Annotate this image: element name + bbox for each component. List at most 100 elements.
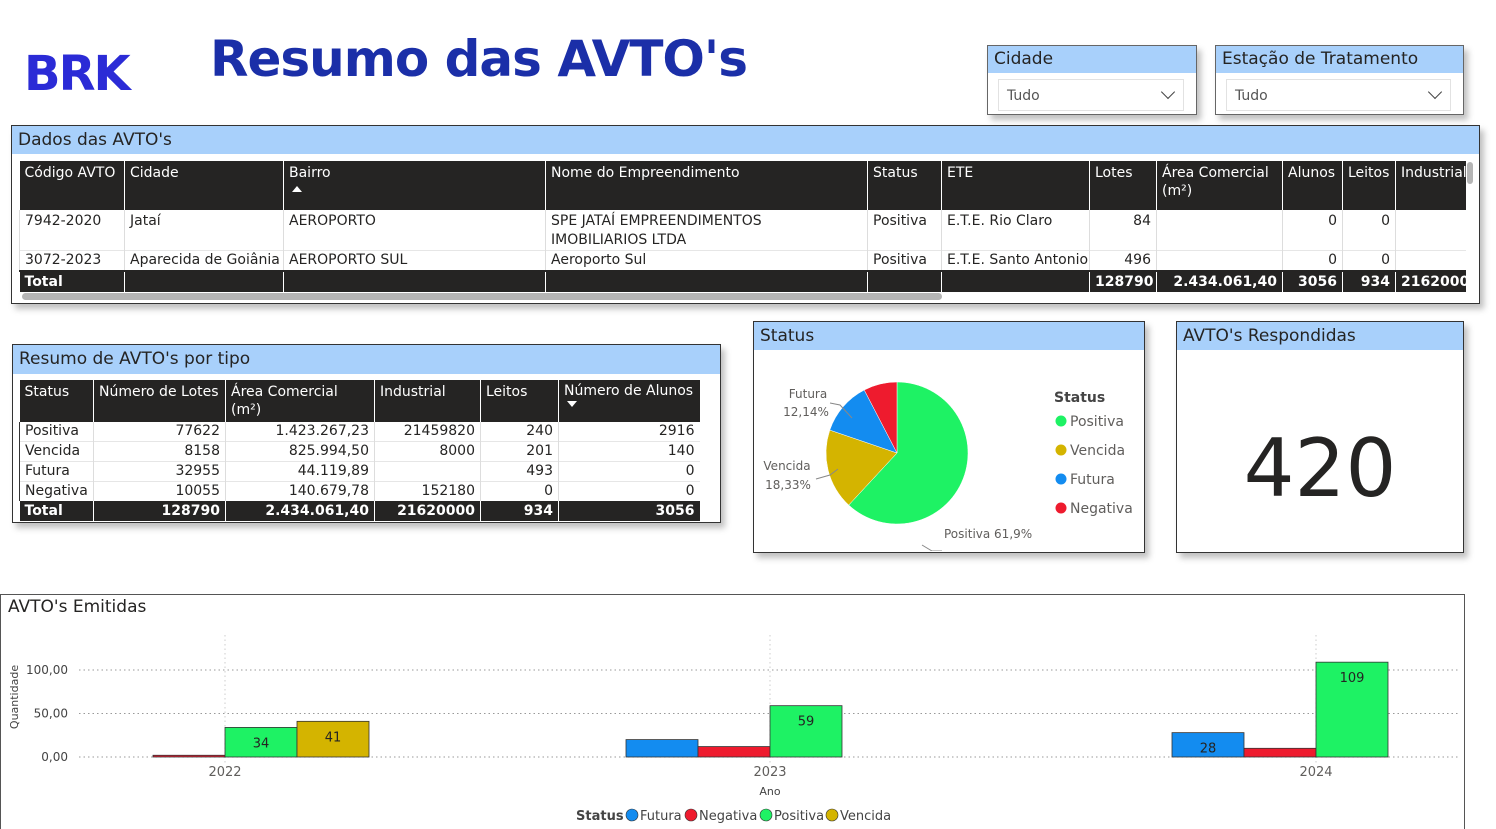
cell: 8158 — [93, 441, 226, 462]
cell: 77622 — [93, 422, 226, 442]
x-tick-label: 2023 — [753, 765, 786, 780]
emitidas-card: AVTO's Emitidas 0,00 50,00 100,00 Quantida… — [0, 594, 1465, 829]
cell: 84 — [1089, 210, 1157, 251]
bar-data-label: 28 — [1200, 742, 1217, 757]
table-row[interactable]: Positiva 77622 1.423.267,23 21459820 240… — [19, 422, 700, 442]
cell — [1395, 250, 1466, 271]
chevron-down-icon — [1160, 84, 1176, 100]
cell: Futura — [19, 461, 94, 482]
pie-legend-label: Vencida — [1070, 443, 1125, 459]
y-tick-label: 0,00 — [41, 750, 68, 764]
x-axis-ticks: 2022 2023 2024 — [208, 765, 1332, 780]
bar-legend-label: Vencida — [840, 809, 891, 824]
pie-legend-futura[interactable]: Futura — [1055, 472, 1115, 488]
bar-data-label: 34 — [253, 736, 270, 751]
col-industrial[interactable]: Industrial — [374, 380, 481, 422]
col-ete[interactable]: ETE — [941, 161, 1090, 210]
cell: AEROPORTO — [283, 210, 546, 251]
cell: Total — [19, 271, 125, 292]
col-area[interactable]: Área Comercial (m²) — [225, 380, 375, 422]
cell: 128790 — [1089, 271, 1157, 292]
bar-legend-label: Negativa — [699, 809, 757, 824]
cell: 0 — [558, 461, 700, 482]
bar-legend-title: Status — [576, 809, 624, 824]
bar-negativa-2024 — [1243, 747, 1317, 758]
kpi-value: 420 — [1243, 422, 1397, 515]
col-cidade[interactable]: Cidade — [124, 161, 284, 210]
cell: Jataí — [124, 210, 284, 251]
bar-futura-2023 — [625, 739, 699, 758]
cell: 3056 — [558, 501, 700, 521]
col-bairro[interactable]: Bairro — [283, 161, 546, 210]
cell-nome: SPE JATAÍ EMPREENDIMENTOS IMOBILIARIOS L… — [545, 210, 868, 251]
horizontal-scrollbar[interactable] — [22, 293, 942, 300]
status-card: Status Futura 12,14% Vencida 18,33% Posi… — [753, 321, 1145, 553]
vertical-scrollbar[interactable] — [1467, 162, 1473, 184]
cell: 1.423.267,23 — [225, 422, 375, 442]
table-row[interactable]: Negativa 10055 140.679,78 152180 0 0 — [19, 481, 700, 501]
pie-legend-label: Futura — [1070, 472, 1115, 488]
cell — [545, 271, 868, 292]
col-status[interactable]: Status — [867, 161, 942, 210]
table-row[interactable]: Vencida 8158 825.994,50 8000 201 140 — [19, 441, 700, 462]
cell: 493 — [480, 461, 559, 482]
col-alunos[interactable]: Alunos — [1282, 161, 1343, 210]
y-axis-ticks: 0,00 50,00 100,00 — [26, 663, 68, 764]
cell: Aeroporto Sul — [545, 250, 868, 271]
legend-dot-vencida — [1055, 444, 1067, 456]
cell: 2162000 — [1395, 271, 1466, 292]
col-industrial[interactable]: Industrial — [1395, 161, 1466, 210]
table-row[interactable]: 3072-2023 Aparecida de Goiânia AEROPORTO… — [19, 250, 1466, 271]
legend-dot-futura — [1055, 473, 1067, 485]
legend-dot-vencida — [825, 808, 839, 822]
col-codigo[interactable]: Código AVTO — [19, 161, 125, 210]
estacao-dropdown-value: Tudo — [1235, 88, 1268, 104]
table-row[interactable]: Futura 32955 44.119,89 493 0 — [19, 461, 700, 482]
cell: AEROPORTO SUL — [283, 250, 546, 271]
bar-data-label: 109 — [1340, 671, 1365, 686]
col-nome[interactable]: Nome do Empreendimento — [545, 161, 868, 210]
cell: 0 — [1282, 210, 1343, 251]
cidade-dropdown[interactable]: Tudo — [998, 79, 1184, 111]
dados-table: Código AVTO Cidade Bairro Nome do Empree… — [19, 161, 1466, 292]
cell: 44.119,89 — [225, 461, 375, 482]
cell: Positiva — [19, 422, 94, 442]
pie-legend-label: Positiva — [1070, 414, 1124, 430]
resumo-card: Resumo de AVTO's por tipo Status Número … — [12, 344, 721, 523]
bar-legend-label: Positiva — [774, 809, 824, 824]
cell: 3056 — [1282, 271, 1343, 292]
dados-title: Dados das AVTO's — [12, 126, 1479, 154]
bar-legend: Status Futura Negativa Positiva Vencida — [576, 808, 891, 824]
col-leitos[interactable]: Leitos — [480, 380, 559, 422]
col-lotes[interactable]: Número de Lotes — [93, 380, 226, 422]
bar-positiva-2023 — [769, 705, 843, 758]
col-leitos[interactable]: Leitos — [1342, 161, 1396, 210]
pie-legend-positiva[interactable]: Positiva — [1055, 414, 1124, 430]
bar-data-label: 59 — [798, 715, 815, 730]
bar-negativa-2022 — [152, 754, 226, 758]
x-tick-label: 2022 — [208, 765, 241, 780]
dados-table-wrap: Código AVTO Cidade Bairro Nome do Empree… — [19, 161, 1466, 293]
cell: 0 — [1342, 250, 1396, 271]
cell — [1395, 210, 1466, 251]
cell: Vencida — [19, 441, 94, 462]
estacao-dropdown[interactable]: Tudo — [1226, 79, 1451, 111]
cell: 32955 — [93, 461, 226, 482]
col-lotes[interactable]: Lotes — [1089, 161, 1157, 210]
y-tick-label: 100,00 — [26, 663, 68, 677]
col-status[interactable]: Status — [19, 380, 94, 422]
total-row: Total 128790 2.434.061,40 21620000 934 3… — [19, 501, 700, 521]
cell: 2.434.061,40 — [1156, 271, 1283, 292]
cell — [283, 271, 546, 292]
col-alunos[interactable]: Número de Alunos — [558, 380, 700, 422]
total-row: Total 128790 2.434.061,40 3056 934 21620… — [19, 271, 1466, 292]
col-area[interactable]: Área Comercial (m²) — [1156, 161, 1283, 210]
legend-dot-negativa — [1055, 502, 1067, 514]
dados-card: Dados das AVTO's Código AVTO Cidade Bair… — [11, 125, 1480, 304]
table-row[interactable]: 7942-2020 Jataí AEROPORTO SPE JATAÍ EMPR… — [19, 210, 1466, 251]
cell: 21459820 — [374, 422, 481, 442]
pie-legend-negativa[interactable]: Negativa — [1055, 501, 1133, 517]
pie-legend-vencida[interactable]: Vencida — [1055, 443, 1126, 459]
kpi-card: AVTO's Respondidas 420 — [1176, 321, 1464, 553]
brk-logo: BRK — [24, 48, 135, 96]
